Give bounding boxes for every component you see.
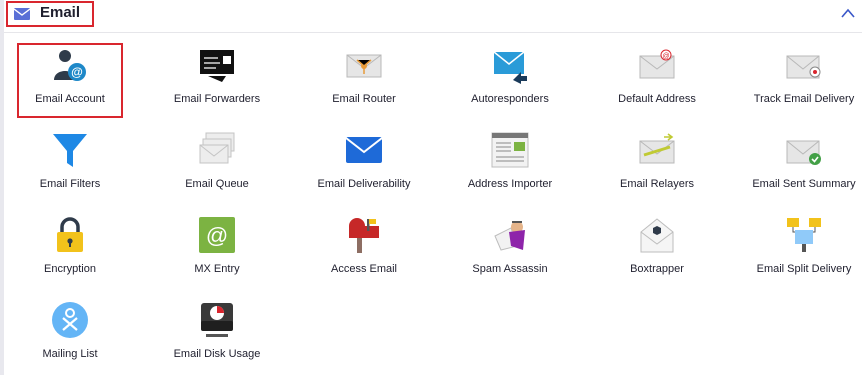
disk-usage-icon bbox=[201, 303, 233, 337]
email-queue-item[interactable]: Email Queue bbox=[147, 117, 287, 197]
forward-icon bbox=[200, 50, 234, 82]
item-label: Boxtrapper bbox=[630, 263, 684, 275]
spam-assassin-item[interactable]: Spam Assassin bbox=[440, 202, 580, 282]
relay-envelope-icon bbox=[639, 133, 675, 164]
mx-entry-item[interactable]: @ MX Entry bbox=[147, 202, 287, 282]
item-label: Email Sent Summary bbox=[752, 178, 856, 190]
email-router-item[interactable]: Email Router bbox=[294, 32, 434, 112]
spam-icon bbox=[494, 221, 525, 251]
section-header[interactable]: Email bbox=[4, 0, 862, 33]
item-label: Spam Assassin bbox=[472, 263, 548, 275]
track-email-delivery-item[interactable]: Track Email Delivery bbox=[734, 32, 862, 112]
user-at-icon: @ bbox=[54, 50, 86, 81]
svg-text:@: @ bbox=[662, 53, 669, 60]
default-envelope-icon: @ bbox=[639, 49, 675, 79]
email-disk-usage-item[interactable]: Email Disk Usage bbox=[147, 287, 287, 367]
envelope-icon bbox=[14, 8, 30, 20]
blue-envelope-icon bbox=[345, 137, 383, 163]
email-sent-summary-item[interactable]: Email Sent Summary bbox=[734, 117, 862, 197]
email-filters-item[interactable]: Email Filters bbox=[0, 117, 140, 197]
encryption-item[interactable]: Encryption bbox=[0, 202, 140, 282]
queue-envelope-icon bbox=[199, 132, 235, 164]
svg-text:@: @ bbox=[206, 223, 228, 248]
sent-summary-icon bbox=[786, 140, 821, 165]
item-label: Track Email Delivery bbox=[753, 93, 855, 105]
router-envelope-icon bbox=[346, 54, 382, 78]
mailing-list-icon bbox=[52, 302, 88, 338]
boxtrapper-item[interactable]: Boxtrapper bbox=[587, 202, 727, 282]
email-relayers-item[interactable]: Email Relayers bbox=[587, 117, 727, 197]
track-envelope-icon bbox=[786, 55, 821, 79]
item-label: Email Filters bbox=[39, 178, 101, 190]
email-forwarders-item[interactable]: Email Forwarders bbox=[147, 32, 287, 112]
default-address-item[interactable]: @ Default Address bbox=[587, 32, 727, 112]
item-label: Email Deliverability bbox=[317, 178, 411, 190]
item-label: Autoresponders bbox=[471, 93, 549, 105]
item-label: Mailing List bbox=[42, 348, 98, 360]
boxtrapper-icon bbox=[640, 218, 674, 253]
email-split-delivery-item[interactable]: Email Split Delivery bbox=[734, 202, 862, 282]
item-label: Email Forwarders bbox=[173, 93, 261, 105]
item-label: MX Entry bbox=[194, 263, 240, 275]
chevron-up-icon[interactable] bbox=[840, 7, 856, 19]
email-deliverability-item[interactable]: Email Deliverability bbox=[294, 117, 434, 197]
item-label: Email Relayers bbox=[620, 178, 694, 190]
mailbox-icon bbox=[349, 218, 379, 253]
item-label: Encryption bbox=[44, 263, 96, 275]
svg-text:@: @ bbox=[71, 65, 83, 79]
item-label: Email Account bbox=[35, 93, 105, 105]
item-label: Access Email bbox=[330, 263, 398, 275]
autoresponders-item[interactable]: Autoresponders bbox=[440, 32, 580, 112]
item-label: Email Queue bbox=[185, 178, 249, 190]
mailing-list-item[interactable]: Mailing List bbox=[0, 287, 140, 367]
funnel-icon bbox=[53, 134, 87, 167]
lock-icon bbox=[57, 217, 83, 252]
address-importer-item[interactable]: Address Importer bbox=[440, 117, 580, 197]
reply-envelope-icon bbox=[493, 51, 527, 84]
item-label: Default Address bbox=[618, 93, 696, 105]
email-account-item[interactable]: @ Email Account bbox=[0, 32, 140, 112]
item-label: Address Importer bbox=[467, 178, 553, 190]
importer-icon bbox=[491, 132, 529, 168]
item-label: Email Disk Usage bbox=[173, 348, 261, 360]
access-email-item[interactable]: Access Email bbox=[294, 202, 434, 282]
mx-at-icon: @ bbox=[199, 217, 235, 253]
item-label: Email Router bbox=[332, 93, 396, 105]
section-title: Email bbox=[40, 4, 81, 21]
item-label: Email Split Delivery bbox=[756, 263, 852, 275]
split-delivery-icon bbox=[787, 218, 821, 252]
email-tools-grid: @ Email Account Email Forwarders Email R… bbox=[0, 32, 862, 375]
